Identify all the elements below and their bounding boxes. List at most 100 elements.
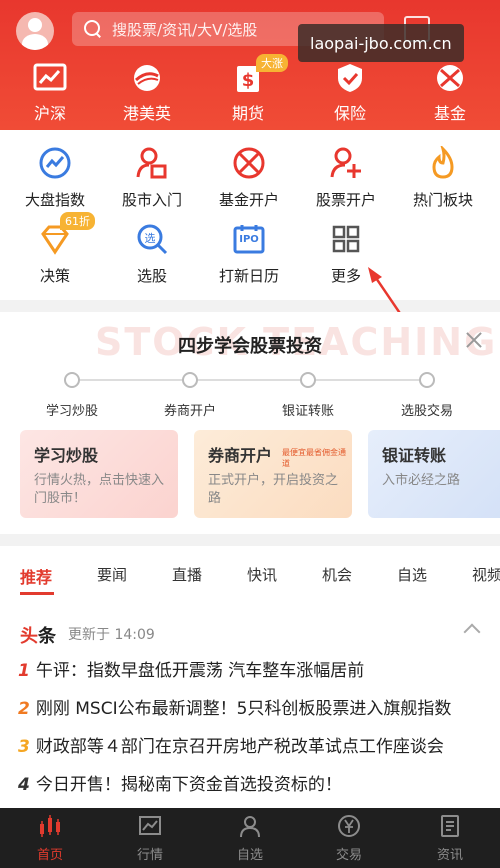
flame-icon (426, 143, 460, 180)
shortcut-hot-sectors[interactable]: 热门板块 (394, 143, 492, 210)
step-dot (300, 372, 316, 388)
chart-line-icon (33, 62, 67, 94)
search-icon (84, 20, 102, 38)
tab-opportunity[interactable]: 机会 (322, 564, 352, 585)
shortcut-label: 基金开户 (218, 191, 279, 209)
news-section: 推荐 要闻 直播 快讯 机会 自选 视频 头条 更新于 14:09 1 午评：指数… (0, 546, 500, 808)
tab-label: 期货 (231, 104, 264, 123)
step-label: 券商开户 (163, 404, 216, 419)
avatar[interactable] (16, 12, 54, 50)
tab-futures[interactable]: $ 大涨 期货 (208, 54, 288, 124)
nav-watchlist[interactable]: 自选 (210, 814, 290, 863)
fund-ball-icon (232, 146, 266, 180)
market-tabs: 沪深 港美英 $ 大涨 期货 保险 基金 (0, 54, 500, 130)
person-book-icon (135, 146, 169, 180)
shortcut-fund-account[interactable]: 基金开户 (200, 146, 298, 210)
grid-icon (329, 222, 363, 256)
news-item[interactable]: 4 今日开售！揭秘南下资金首选投资标的！ (18, 770, 480, 795)
close-icon[interactable] (464, 330, 484, 350)
ipo-icon-text: IPO (239, 234, 259, 245)
news-item[interactable]: 1 午评：指数早盘低开震荡 汽车整车涨幅居前 (18, 656, 480, 681)
person-add-icon (329, 146, 363, 180)
watermark: laopai-jbo.com.cn (298, 24, 464, 62)
step-dot (182, 372, 198, 388)
tab-recommend[interactable]: 推荐 (20, 564, 52, 588)
shortcut-label: 决策 (39, 267, 70, 285)
fund-ball-icon (433, 62, 467, 94)
shortcut-market-index[interactable]: 大盘指数 (6, 146, 104, 210)
nav-trade[interactable]: 交易 (309, 814, 389, 863)
chevron-up-icon[interactable] (463, 623, 481, 641)
step-label: 选股交易 (400, 404, 453, 419)
update-time: 更新于 14:09 (68, 627, 155, 643)
tab-label: 保险 (333, 104, 366, 123)
tab-headlines[interactable]: 要闻 (97, 564, 127, 585)
shortcut-stock-intro[interactable]: 股市入门 (103, 146, 201, 210)
shortcut-label: 选股 (136, 267, 167, 285)
shortcut-stock-picker[interactable]: 选 选股 (103, 222, 201, 286)
shield-icon (333, 62, 367, 94)
nav-label: 资讯 (436, 848, 463, 863)
svg-text:$: $ (242, 70, 255, 91)
step-label: 银证转账 (281, 404, 334, 419)
tab-label: 基金 (433, 104, 466, 123)
shortcut-ipo-calendar[interactable]: IPO 打新日历 (200, 222, 298, 286)
sub-card-title: 银证转账 (382, 446, 447, 465)
market-chart-icon (138, 814, 162, 838)
news-item[interactable]: 3 财政部等４部门在京召开房地产税改革试点工作座谈会 (18, 732, 480, 757)
tab-label: 港美英 (122, 104, 171, 123)
sub-card-desc: 入市必经之路 (382, 473, 461, 488)
section-title: 头条 (20, 626, 56, 647)
shortcut-label: 股票开户 (315, 191, 376, 209)
sub-card-title: 学习炒股 (34, 446, 99, 465)
sub-card-tag: 最便宜最省佣金通道 (282, 448, 346, 468)
news-item[interactable]: 2 刚刚 MSCI公布最新调整！5只科创板股票进入旗舰指数 (18, 694, 480, 719)
shortcut-label: 大盘指数 (24, 191, 85, 209)
nav-label: 自选 (236, 848, 263, 863)
shortcut-decision[interactable]: 61折 决策 (6, 212, 104, 286)
discount-badge: 61折 (60, 212, 95, 230)
shortcut-label: 打新日历 (218, 267, 279, 285)
ipo-calendar-icon: IPO (232, 222, 266, 256)
top-header: 搜股票/资讯/大V/选股 laopai-jbo.com.cn 沪深 港美英 $ … (0, 0, 500, 130)
tab-video[interactable]: 视频 (472, 564, 500, 585)
steps-line (72, 379, 428, 381)
tab-flash[interactable]: 快讯 (247, 564, 277, 585)
tab-live[interactable]: 直播 (172, 564, 202, 585)
document-icon (438, 814, 462, 838)
active-tab-underline (20, 592, 54, 595)
card-title: 四步学会股票投资 (178, 336, 322, 357)
learn-stocks-card[interactable]: 学习炒股 行情火热，点击快速入门股市！ (20, 430, 178, 518)
svg-text:选: 选 (145, 232, 156, 245)
tab-hk-us-uk[interactable]: 港美英 (107, 60, 187, 124)
tab-label: 沪深 (33, 104, 66, 123)
learn-card: STOCK TEACHING 四步学会股票投资 学习炒股 券商开户 银证转账 选… (0, 312, 500, 534)
shortcut-stock-account[interactable]: 股票开户 (297, 146, 395, 210)
tab-fund[interactable]: 基金 (410, 60, 490, 124)
tab-insurance[interactable]: 保险 (310, 60, 390, 124)
trend-circle-icon (38, 146, 72, 180)
search-placeholder: 搜股票/资讯/大V/选股 (112, 20, 258, 39)
sub-card-desc: 行情火热，点击快速入门股市！ (34, 473, 165, 506)
bank-transfer-card[interactable]: 银证转账 入市必经之路 (368, 430, 500, 518)
step-label: 学习炒股 (45, 404, 98, 419)
futures-badge: 大涨 (256, 54, 288, 72)
magnifier-icon: 选 (135, 222, 169, 256)
shortcut-label: 热门板块 (412, 191, 473, 209)
broker-account-card[interactable]: 券商开户 最便宜最省佣金通道 正式开户，开启投资之路 (194, 430, 352, 518)
shortcut-label: 股市入门 (121, 191, 182, 209)
nav-market[interactable]: 行情 (110, 814, 190, 863)
nav-label: 交易 (335, 848, 362, 863)
nav-label: 首页 (36, 848, 63, 863)
candlestick-icon (38, 814, 62, 838)
bottom-nav: 首页 行情 自选 交易 资讯 (0, 808, 500, 868)
step-dot (64, 372, 80, 388)
tab-shanghai-shenzhen[interactable]: 沪深 (10, 60, 90, 124)
yuan-icon (337, 814, 361, 838)
person-icon (238, 814, 262, 838)
tab-watchlist[interactable]: 自选 (397, 564, 427, 585)
shortcut-grid: 大盘指数 股市入门 基金开户 股票开户 热门板块 61折 决策 选 选股 IPO… (0, 130, 500, 332)
nav-label: 行情 (136, 848, 163, 863)
nav-news[interactable]: 资讯 (410, 814, 490, 863)
nav-home[interactable]: 首页 (10, 814, 90, 863)
